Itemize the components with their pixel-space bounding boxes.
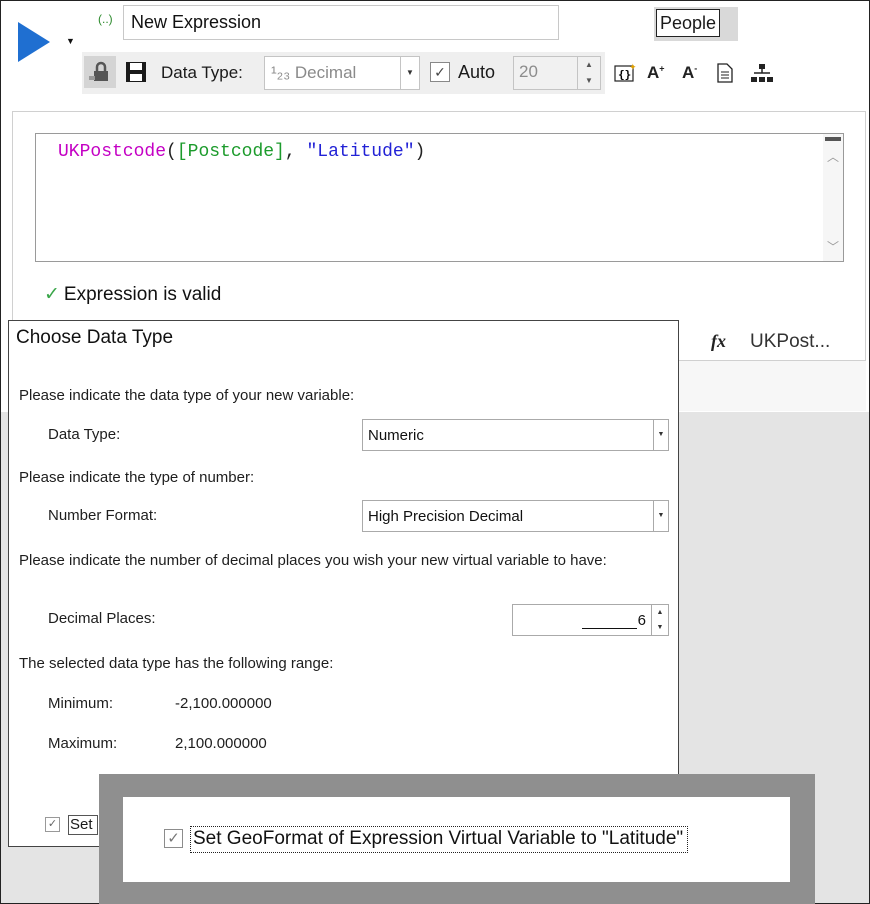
geoformat-checkbox-zoomed[interactable]: ✓ bbox=[164, 829, 183, 848]
auto-label: Auto bbox=[458, 62, 496, 82]
geoformat-label-zoomed[interactable]: Set GeoFormat of Expression Virtual Vari… bbox=[190, 826, 689, 853]
prompt-number-type: Please indicate the type of number: bbox=[19, 469, 255, 486]
number-format-selected: High Precision Decimal bbox=[368, 508, 524, 525]
data-type-selected: Numeric bbox=[368, 427, 424, 444]
chevron-down-icon[interactable]: ▼ bbox=[400, 57, 419, 89]
code-open-paren: ( bbox=[166, 142, 177, 162]
validation-text: Expression is valid bbox=[63, 284, 222, 305]
geoformat-checkbox-label[interactable]: Set bbox=[68, 815, 98, 835]
svg-text:✦: ✦ bbox=[629, 63, 636, 72]
lock-icon[interactable] bbox=[84, 56, 116, 88]
prompt-data-type: Please indicate the data type of your ne… bbox=[19, 387, 355, 404]
category-button-wrap: People bbox=[654, 7, 738, 41]
code-function: UKPostcode bbox=[58, 142, 167, 162]
code-close-paren: ) bbox=[414, 142, 426, 162]
code-string: "Latitude" bbox=[306, 142, 415, 162]
width-stepper[interactable]: 20 ▲ ▼ bbox=[513, 56, 601, 90]
decimal-places-value: 6 bbox=[637, 612, 646, 629]
decimal-places-label: Decimal Places: bbox=[48, 610, 156, 627]
chevron-down-icon[interactable]: ▼ bbox=[653, 501, 668, 531]
run-button[interactable] bbox=[14, 20, 54, 64]
expression-type-icon: (..) bbox=[98, 12, 113, 26]
data-type-dropdown[interactable]: Numeric ▼ bbox=[362, 419, 669, 451]
checkmark-icon: ✓ bbox=[44, 284, 60, 305]
geoformat-checkbox[interactable]: ✓ bbox=[45, 817, 60, 832]
minimum-value: -2,100.000000 bbox=[175, 695, 272, 712]
document-icon[interactable] bbox=[717, 63, 733, 88]
chevron-down-icon[interactable]: ▼ bbox=[653, 420, 668, 450]
stepper-buttons[interactable]: ▲ ▼ bbox=[577, 57, 600, 89]
decimal-places-stepper[interactable]: 6 ▲ ▼ bbox=[512, 604, 669, 636]
width-value: 20 bbox=[519, 62, 538, 81]
play-triangle-icon bbox=[18, 22, 50, 62]
fx-icon: fx bbox=[711, 331, 726, 351]
maximum-value: 2,100.000000 bbox=[175, 735, 267, 752]
range-description: The selected data type has the following… bbox=[19, 655, 334, 672]
prompt-decimal-places: Please indicate the number of decimal pl… bbox=[19, 552, 607, 569]
function-list-item[interactable]: UKPost... bbox=[750, 331, 830, 353]
hierarchy-icon[interactable] bbox=[751, 63, 773, 88]
validation-status: ✓ Expression is valid bbox=[44, 283, 221, 306]
number-format-label: Number Format: bbox=[48, 507, 158, 524]
expression-editor[interactable]: UKPostcode([Postcode], "Latitude") ︿ ﹀ bbox=[35, 133, 844, 262]
expression-name-input[interactable]: New Expression bbox=[123, 5, 559, 40]
font-decrease-icon[interactable]: A- bbox=[682, 63, 697, 83]
font-increase-icon[interactable]: A+ bbox=[647, 63, 665, 83]
minimum-label: Minimum: bbox=[48, 695, 114, 712]
stepper-buttons[interactable]: ▲ ▼ bbox=[651, 605, 668, 635]
scrollbar-thumb[interactable] bbox=[825, 137, 841, 141]
data-type-select[interactable]: ¹₂₃ Decimal ▼ bbox=[264, 56, 420, 90]
run-dropdown-caret-icon[interactable]: ▼ bbox=[66, 36, 75, 46]
save-icon[interactable] bbox=[124, 60, 148, 84]
code-comma: , bbox=[284, 142, 307, 162]
auto-checkbox[interactable]: ✓ bbox=[430, 62, 450, 82]
number-format-dropdown[interactable]: High Precision Decimal ▼ bbox=[362, 500, 669, 532]
editor-scrollbar[interactable]: ︿ ﹀ bbox=[823, 134, 843, 261]
scroll-up-icon[interactable]: ︿ bbox=[823, 148, 843, 165]
data-type-label: Data Type: bbox=[161, 63, 243, 82]
data-type-field-label: Data Type: bbox=[48, 426, 121, 443]
category-button[interactable]: People bbox=[656, 9, 720, 37]
scroll-down-icon[interactable]: ﹀ bbox=[823, 238, 843, 255]
insert-braces-icon[interactable]: {} ✦ bbox=[614, 62, 637, 88]
code-field: [Postcode] bbox=[176, 142, 285, 162]
data-type-value: ¹₂₃ Decimal bbox=[271, 63, 357, 82]
dialog-title: Choose Data Type bbox=[16, 327, 174, 348]
maximum-label: Maximum: bbox=[48, 735, 118, 752]
code-line: UKPostcode([Postcode], "Latitude") bbox=[58, 142, 425, 162]
